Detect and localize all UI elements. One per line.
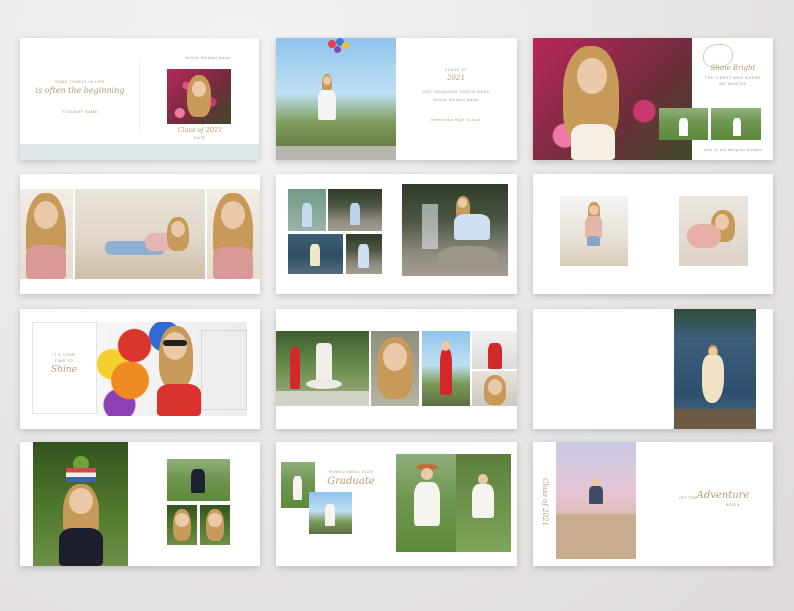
graduate-script: Graduate — [327, 476, 375, 487]
album-spread-11[interactable]: HOMECOMING HIGH Graduate — [276, 442, 517, 566]
books-portrait-photo — [33, 442, 128, 566]
album-spread-5[interactable] — [276, 174, 517, 294]
shine-small-2: TIME TO — [54, 359, 74, 363]
class-script: Class of 2021 — [177, 126, 223, 134]
red-dress-photo — [422, 331, 470, 406]
album-spread-4[interactable] — [20, 174, 260, 294]
red-dress-small-photo — [472, 331, 517, 369]
portrait-small-1 — [167, 505, 197, 545]
small-photo-1 — [659, 108, 708, 140]
small-photo-2 — [711, 108, 761, 140]
gutter-line — [139, 60, 140, 130]
quote-line-3: sink to the deepest dreams — [703, 148, 763, 152]
script-title: is often the beginning — [35, 86, 125, 95]
portrait-photo — [167, 69, 231, 124]
book-title: 2021 GRADUATE PHOTO BOOK — [421, 90, 491, 94]
lake-dress-photo — [674, 309, 756, 429]
small-caps: STUDENT NAME — [62, 110, 98, 114]
student-name: Senior Student Name — [185, 56, 231, 60]
year-script: 2021 — [447, 74, 465, 82]
grid-photo-1 — [288, 189, 326, 231]
graduate-small: HOMECOMING HIGH — [328, 470, 374, 474]
school-name: Hometown High School — [431, 118, 481, 122]
album-spread-10[interactable] — [20, 442, 260, 566]
beach-jump-photo — [556, 442, 636, 559]
fountain-photo — [276, 331, 369, 406]
shine-small-1: IT'S YOUR — [52, 353, 76, 357]
class-label: CLASS OF — [444, 68, 468, 72]
album-spread-3[interactable]: Shine Bright THE FINEST WAS WHERE WE WAN… — [533, 38, 773, 160]
grid-photo-2 — [328, 189, 382, 231]
wall-panel — [201, 330, 247, 410]
album-spread-7[interactable]: IT'S YOUR TIME TO Shine — [20, 309, 260, 429]
closeup-portrait-photo — [371, 331, 419, 406]
hat-portrait-photo — [396, 454, 456, 552]
grid-photo-4 — [346, 234, 382, 274]
standing-beach-photo — [560, 196, 628, 266]
album-spread-8[interactable] — [276, 309, 517, 429]
smile-small-photo — [472, 371, 517, 406]
vertical-script: Class of 2021 — [541, 477, 549, 527]
lying-pose-photo — [75, 189, 205, 279]
script-title: Shine Bright — [710, 64, 756, 72]
quote-line-1: THE FINEST WAS WHERE — [704, 76, 762, 80]
album-spread-1[interactable]: SOME THINGS IN LIFE is often the beginni… — [20, 38, 259, 160]
portrait-right-photo — [207, 189, 260, 279]
sitting-beach-photo — [679, 196, 748, 266]
sitting-grass-photo — [167, 459, 230, 501]
album-spread-9[interactable] — [533, 309, 773, 429]
collage-photo-2 — [309, 492, 352, 534]
twirl-photo — [456, 454, 511, 552]
portrait-small-2 — [200, 505, 230, 545]
grid-photo-3 — [288, 234, 343, 274]
balloon-photo — [276, 38, 396, 160]
shine-script: Shine — [51, 365, 77, 375]
balloon-portrait-photo — [97, 322, 247, 416]
bottom-text: DATE — [194, 136, 206, 140]
quote-line-2: WE WANTED — [719, 82, 747, 86]
intro-text: SOME THINGS IN LIFE — [55, 80, 105, 84]
album-spread-12[interactable]: Class of 2021 LET THE Adventure BEGIN — [533, 442, 773, 566]
album-spread-2[interactable]: CLASS OF 2021 2021 GRADUATE PHOTO BOOK S… — [276, 38, 517, 160]
adventure-small-2: BEGIN — [725, 503, 741, 507]
album-spread-6[interactable] — [533, 174, 773, 294]
portrait-left-photo — [20, 189, 73, 279]
blue-band — [20, 144, 259, 160]
adventure-script: Adventure — [696, 490, 750, 501]
waterfall-photo — [402, 184, 508, 276]
student-name: Senior Student Name — [433, 98, 479, 102]
hero-portrait-photo — [533, 38, 692, 160]
